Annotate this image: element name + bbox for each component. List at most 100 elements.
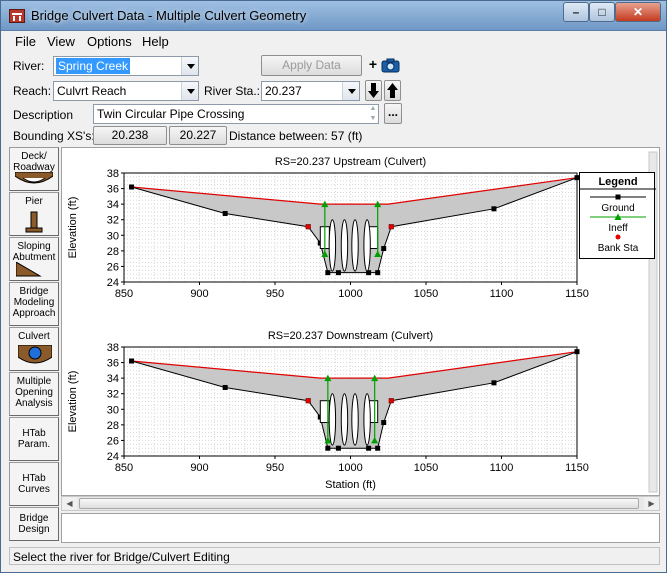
y-tick-label: 32: [107, 389, 119, 401]
maximize-button[interactable]: □: [589, 2, 615, 22]
x-tick-label: 1100: [490, 288, 514, 300]
ground-point: [375, 270, 381, 276]
upstream-xs-button[interactable]: 20.238: [93, 126, 167, 145]
arrow-up-icon: [387, 83, 398, 98]
sidebar-item-pier[interactable]: Pier: [9, 192, 59, 236]
description-spinner[interactable]: ▲ ▼: [365, 104, 381, 124]
scroll-left-icon[interactable]: ◀: [62, 497, 77, 510]
sidebar-item-label: HTab Curves: [18, 473, 50, 495]
y-tick-label: 32: [107, 215, 119, 227]
sidebar-item-label: Bridge Design: [18, 513, 50, 535]
chevron-down-icon[interactable]: [342, 82, 359, 100]
y-tick-label: 30: [107, 404, 119, 416]
y-tick-label: 24: [107, 277, 119, 289]
description-label: Description: [13, 108, 74, 122]
menu-options[interactable]: Options: [87, 34, 132, 49]
apply-data-button[interactable]: Apply Data: [261, 55, 362, 76]
y-tick-label: 38: [107, 168, 119, 180]
ground-point: [325, 270, 331, 276]
reach-label: Reach:: [13, 84, 52, 98]
culvert-opening: [351, 393, 359, 446]
x-tick-label: 1000: [338, 288, 362, 300]
legend-ground-marker: [615, 194, 621, 200]
distance-between-label: Distance between: 57 (ft): [229, 129, 363, 143]
bank-station-marker: [305, 398, 311, 404]
ground-point: [381, 420, 387, 426]
menu-help[interactable]: Help: [142, 34, 169, 49]
x-tick-label: 900: [190, 462, 208, 474]
sidebar-item-bridge-design[interactable]: Bridge Design: [9, 507, 59, 541]
y-axis-label: Elevation (ft): [67, 197, 79, 259]
x-tick-label: 850: [115, 288, 133, 300]
bank-station-marker: [388, 224, 394, 230]
chart-title: RS=20.237 Upstream (Culvert): [275, 156, 426, 168]
legend-title: Legend: [598, 176, 637, 188]
culvert-icon: [18, 345, 52, 364]
description-input[interactable]: Twin Circular Pipe Crossing: [93, 104, 379, 124]
close-button[interactable]: ✕: [615, 2, 661, 22]
sidebar-item-label: Sloping Abutment: [12, 241, 56, 263]
menu-file[interactable]: File: [15, 34, 36, 49]
river-sta-label: River Sta.:: [204, 84, 261, 98]
y-tick-label: 26: [107, 435, 119, 447]
menu-view[interactable]: View: [47, 34, 75, 49]
sidebar-item-culvert[interactable]: Culvert: [9, 327, 59, 371]
chevron-down-icon[interactable]: [181, 57, 198, 75]
add-plus-icon[interactable]: +: [365, 56, 381, 75]
legend-bank-label: Bank Sta: [598, 243, 639, 254]
ground-point: [366, 445, 372, 451]
x-tick-label: 900: [190, 288, 208, 300]
editor-sidebar: Deck/ Roadway Pier Sloping Abutment Brid…: [9, 147, 59, 541]
horizontal-scroll-thumb[interactable]: [79, 498, 639, 509]
chart-legend: Legend Ground Ineff Bank Sta: [579, 172, 656, 259]
description-ellipsis-button[interactable]: ...: [384, 103, 402, 124]
horizontal-scrollbar[interactable]: ◀ ▶: [61, 496, 660, 511]
next-station-up-button[interactable]: [384, 80, 401, 101]
y-tick-label: 26: [107, 261, 119, 273]
status-bar: Select the river for Bridge/Culvert Edit…: [9, 547, 660, 565]
minimize-button[interactable]: –: [563, 2, 589, 22]
cross-section-plot-area[interactable]: RS=20.237 Upstream (Culvert) 850 900 950 100…: [61, 147, 660, 496]
bounding-xs-label: Bounding XS's:: [13, 129, 95, 143]
window-title: Bridge Culvert Data - Multiple Culvert G…: [31, 8, 307, 23]
downstream-xs-button[interactable]: 20.227: [169, 126, 227, 145]
notes-box[interactable]: [61, 513, 660, 543]
main-window: Bridge Culvert Data - Multiple Culvert G…: [0, 0, 667, 573]
menu-bar: File View Options Help: [1, 32, 666, 52]
legend-bank-marker: [615, 234, 621, 240]
scroll-right-icon[interactable]: ▶: [644, 497, 659, 510]
sidebar-item-multiple-opening-analysis[interactable]: Multiple Opening Analysis: [9, 372, 59, 416]
culvert-opening: [340, 393, 349, 446]
spin-down-icon[interactable]: ▼: [365, 114, 381, 124]
title-bar[interactable]: Bridge Culvert Data - Multiple Culvert G…: [1, 1, 666, 31]
culvert-opening: [363, 393, 371, 446]
sidebar-item-label: Pier: [25, 196, 43, 207]
chevron-down-icon[interactable]: [181, 82, 198, 100]
river-sta-select[interactable]: 20.237: [261, 81, 360, 101]
y-tick-label: 36: [107, 184, 119, 196]
cross-section-charts: RS=20.237 Upstream (Culvert) 850 900 950 100…: [67, 151, 658, 493]
sidebar-item-bridge-modeling-approach[interactable]: Bridge Modeling Approach: [9, 282, 59, 326]
sidebar-item-deck-roadway[interactable]: Deck/ Roadway: [9, 147, 59, 191]
x-tick-label: 850: [115, 462, 133, 474]
x-tick-label: 950: [266, 288, 284, 300]
camera-icon[interactable]: [381, 57, 401, 74]
ground-point: [129, 358, 135, 364]
ground-point: [222, 384, 228, 390]
reach-select[interactable]: Culvrt Reach: [53, 81, 199, 101]
ground-point: [491, 380, 497, 386]
bridge-app-icon: [9, 9, 25, 23]
river-select[interactable]: Spring Creek: [53, 56, 199, 76]
sidebar-item-htab-param[interactable]: HTab Param.: [9, 417, 59, 461]
arrow-down-icon: [368, 83, 379, 98]
culvert-opening: [328, 219, 337, 272]
culvert-opening: [363, 219, 371, 272]
legend-ineff-label: Ineff: [608, 223, 627, 234]
x-tick-label: 1050: [414, 462, 438, 474]
ground-point: [381, 246, 387, 252]
next-station-down-button[interactable]: [365, 80, 382, 101]
y-tick-label: 38: [107, 342, 119, 354]
spin-up-icon[interactable]: ▲: [365, 104, 381, 114]
sidebar-item-htab-curves[interactable]: HTab Curves: [9, 462, 59, 506]
sidebar-item-sloping-abutment[interactable]: Sloping Abutment: [9, 237, 59, 281]
